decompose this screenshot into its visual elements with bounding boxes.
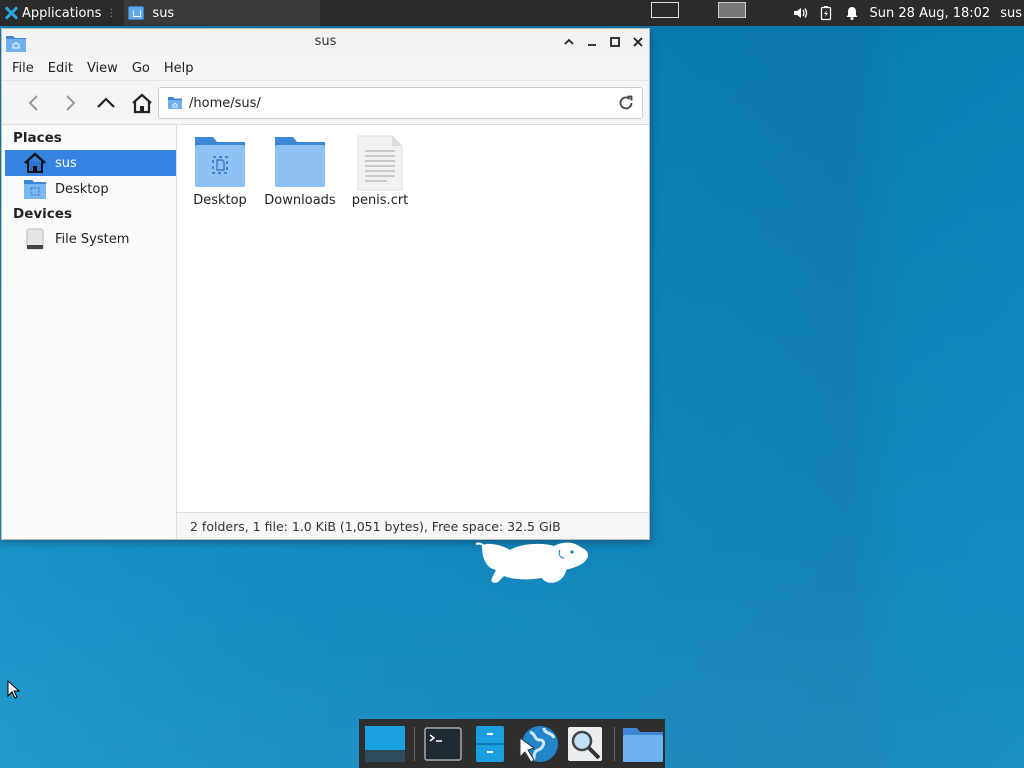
reload-button[interactable]: [614, 91, 638, 115]
home-folder-icon: [167, 96, 183, 110]
devices-heading: Devices: [13, 206, 72, 222]
home-button[interactable]: [124, 85, 160, 121]
file-item-penis-crt[interactable]: penis.crt: [340, 135, 420, 208]
sidebar-item-file-system[interactable]: File System: [5, 226, 176, 252]
desktop-folder-icon: [23, 178, 47, 200]
menu-file[interactable]: File: [12, 61, 41, 76]
menu-go[interactable]: Go: [132, 61, 157, 76]
window-title: sus: [314, 34, 337, 49]
file-item-downloads[interactable]: Downloads: [260, 135, 340, 208]
folder-icon[interactable]: [621, 721, 666, 767]
home-icon: [23, 152, 47, 174]
terminal-icon[interactable]: [420, 721, 465, 767]
dock-separator: [613, 726, 615, 761]
file-manager-window: sus File Edit View Go Help /home/sus/ Pl…: [1, 28, 650, 540]
file-name: Downloads: [264, 193, 336, 208]
taskbar-window-title: sus: [152, 5, 175, 21]
menubar: File Edit View Go Help: [2, 56, 649, 80]
shade-window-button[interactable]: [561, 34, 576, 49]
maximize-button[interactable]: [607, 34, 622, 49]
status-bar: 2 folders, 1 file: 1.0 KiB (1,051 bytes)…: [177, 512, 649, 539]
file-item-desktop[interactable]: Desktop: [180, 135, 260, 208]
sidebar-item-label: File System: [55, 231, 130, 247]
folder-icon: [273, 135, 327, 189]
file-view: Desktop Downloads penis.crt: [177, 125, 649, 539]
drive-icon: [23, 228, 47, 250]
up-button[interactable]: [88, 85, 124, 121]
top-panel: Applications ⋮ sus Sun 28 Aug, 18:02 sus: [0, 0, 1024, 26]
sidebar: Places sus Desktop Devices File System: [2, 125, 177, 539]
file-name: penis.crt: [351, 193, 409, 208]
menu-help[interactable]: Help: [164, 61, 201, 76]
volume-icon[interactable]: [792, 5, 808, 21]
mouse-cursor-icon: [7, 679, 21, 700]
places-heading: Places: [13, 130, 62, 146]
show-desktop-button[interactable]: [363, 721, 408, 767]
user-menu[interactable]: sus: [1000, 6, 1022, 21]
separator-dots-icon: ⋮: [106, 7, 117, 19]
dock-separator: [413, 726, 415, 761]
dock: [359, 719, 665, 768]
content-area: Places sus Desktop Devices File System D…: [2, 124, 649, 539]
taskbar-window-button[interactable]: sus: [124, 0, 321, 26]
location-path: /home/sus/: [189, 95, 261, 111]
battery-icon[interactable]: [818, 5, 834, 21]
workspace-2-button[interactable]: [718, 2, 746, 18]
web-browser-icon[interactable]: [516, 721, 561, 767]
desktop-folder-icon: [193, 135, 247, 189]
sidebar-item-label: Desktop: [55, 181, 109, 197]
text-file-icon: [353, 135, 407, 191]
search-icon[interactable]: [563, 721, 608, 767]
notification-bell-icon[interactable]: [844, 5, 860, 21]
applications-label: Applications: [22, 5, 102, 21]
clock[interactable]: Sun 28 Aug, 18:02: [870, 6, 991, 21]
file-name: Desktop: [193, 193, 247, 208]
window-titlebar[interactable]: sus: [2, 29, 649, 56]
back-button[interactable]: [16, 85, 52, 121]
sidebar-item-label: sus: [55, 155, 77, 171]
xfce-mouse-mascot: [474, 536, 592, 600]
close-button[interactable]: [630, 34, 645, 49]
minimize-button[interactable]: [584, 34, 599, 49]
sidebar-item-desktop[interactable]: Desktop: [5, 176, 176, 202]
xfce-logo-icon: [4, 6, 18, 20]
sidebar-item-home[interactable]: sus: [5, 150, 176, 176]
workspace-1-button[interactable]: [651, 2, 679, 18]
toolbar: /home/sus/: [2, 80, 649, 124]
applications-menu-button[interactable]: Applications ⋮: [0, 0, 120, 26]
menu-edit[interactable]: Edit: [48, 61, 80, 76]
location-bar[interactable]: /home/sus/: [158, 87, 643, 119]
system-tray: Sun 28 Aug, 18:02 sus: [792, 0, 1024, 26]
forward-button[interactable]: [52, 85, 88, 121]
home-folder-icon: [128, 6, 145, 20]
file-manager-icon[interactable]: [468, 721, 513, 767]
menu-view[interactable]: View: [87, 61, 125, 76]
